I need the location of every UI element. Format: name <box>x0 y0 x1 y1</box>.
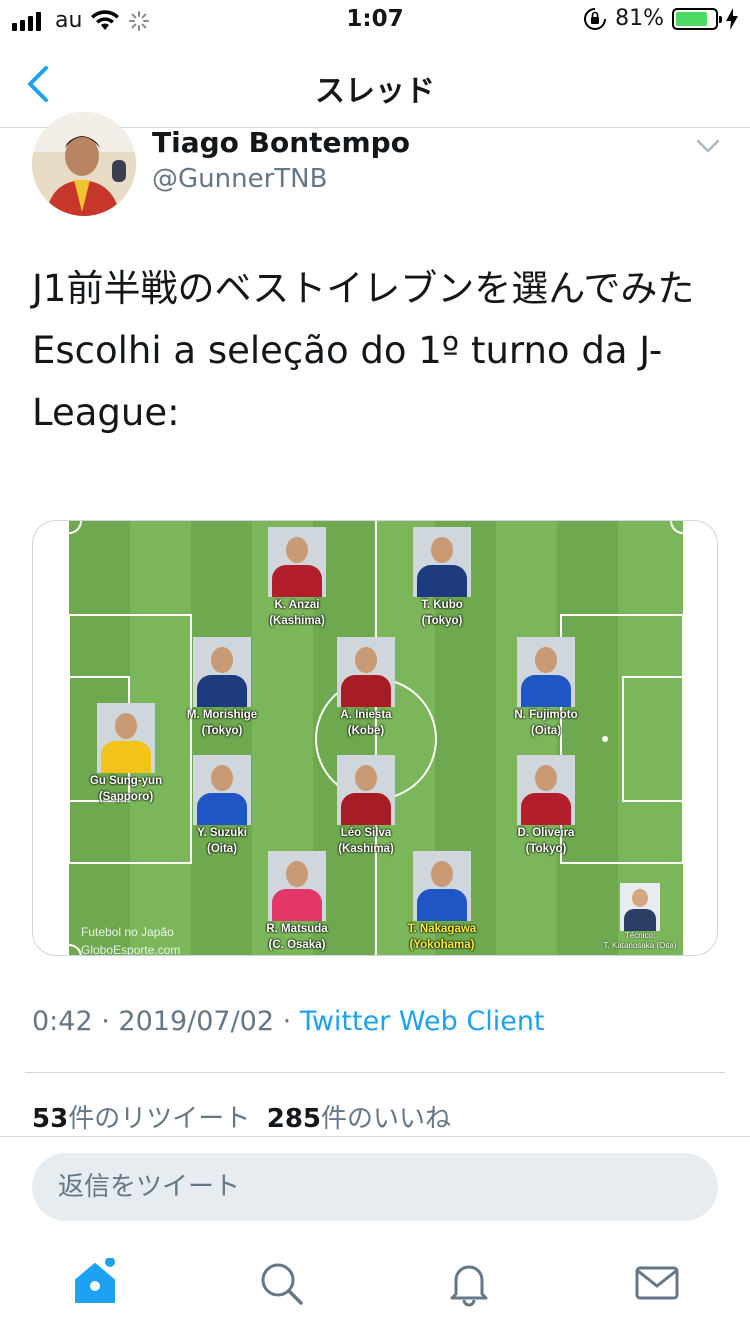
player-photo <box>97 703 155 773</box>
tweet-text: J1前半戦のベストイレブンを選んでみた Escolhi a seleção do… <box>32 258 722 444</box>
home-icon[interactable] <box>70 1258 120 1308</box>
player-photo <box>517 637 575 707</box>
player-photo <box>517 755 575 825</box>
player-photo <box>268 527 326 597</box>
chevron-down-icon[interactable] <box>696 136 720 156</box>
avatar-image <box>32 112 136 216</box>
player-name: A. Iniesta <box>340 709 392 721</box>
player-club: (Tokyo) <box>421 615 463 627</box>
status-right: 81% <box>583 6 738 31</box>
status-bar: au 1:07 81% <box>0 0 750 40</box>
player-name: M. Morishige <box>186 709 258 721</box>
rotation-lock-icon <box>584 7 607 30</box>
coach-card: Técnico: T. Katanosaka (Oita) <box>585 883 695 951</box>
battery-fill <box>676 11 707 26</box>
player-name: T. Kubo <box>421 599 463 611</box>
player-name: K. Anzai <box>274 599 320 611</box>
meta-separator: · <box>282 1006 292 1037</box>
tweet-time: 0:42 <box>32 1006 93 1037</box>
retweets-link[interactable]: 53件のリツイート <box>32 1104 250 1134</box>
player-card: R. Matsuda (C. Osaka) <box>242 851 352 953</box>
player-card: T. Nakagawa (Yokohama) <box>387 851 497 953</box>
player-card: Y. Suzuki (Oita) <box>167 755 277 857</box>
charging-bolt-icon <box>726 7 738 30</box>
avatar[interactable] <box>32 112 136 216</box>
player-name: R. Matsuda <box>266 923 328 935</box>
player-name: T. Nakagawa <box>407 923 477 935</box>
meta-separator: · <box>101 1006 110 1037</box>
player-photo <box>337 755 395 825</box>
player-photo <box>193 637 251 707</box>
player-photo <box>193 755 251 825</box>
player-name: D. Oliveira <box>517 827 575 839</box>
player-card: D. Oliveira (Tokyo) <box>491 755 601 857</box>
player-photo <box>413 851 471 921</box>
player-photo <box>337 637 395 707</box>
player-name: Léo Silva <box>340 827 392 839</box>
tweet-client-link[interactable]: Twitter Web Client <box>300 1006 545 1037</box>
retweets-count: 53 <box>32 1104 69 1134</box>
tweet-meta: 0:42 · 2019/07/02 · Twitter Web Client <box>32 1006 545 1037</box>
player-card: Léo Silva (Kashima) <box>311 755 421 857</box>
likes-label: 件のいいね <box>321 1104 452 1134</box>
battery-percent: 81% <box>615 6 664 31</box>
coach-name: T. Katanosaka (Oita) <box>603 941 677 950</box>
player-club: (Kobe) <box>347 725 385 737</box>
player-club: (Tokyo) <box>525 843 567 855</box>
author-name[interactable]: Tiago Bontempo <box>152 126 410 159</box>
player-photo <box>413 527 471 597</box>
player-club: (Yokohama) <box>409 939 475 951</box>
tweet-text-portuguese: Escolhi a seleção do 1º turno da J-Leagu… <box>32 329 663 434</box>
player-card: M. Morishige (Tokyo) <box>167 637 277 739</box>
search-icon[interactable] <box>256 1258 306 1308</box>
watermark-line-2: GloboEsporte.com <box>81 943 181 956</box>
reply-input[interactable]: 返信をツイート <box>32 1153 718 1221</box>
player-card: N. Fujimoto (Oita) <box>491 637 601 739</box>
player-club: (C. Osaka) <box>268 939 326 951</box>
player-card: T. Kubo (Tokyo) <box>387 527 497 629</box>
watermark-line-1: Futebol no Japão <box>81 925 174 939</box>
tweet-stats: 53件のリツイート 285件のいいね <box>32 1098 451 1135</box>
player-name: Gu Sung-yun <box>89 775 163 787</box>
tweet-date: 2019/07/02 <box>118 1006 275 1037</box>
likes-count: 285 <box>266 1104 322 1134</box>
coach-photo <box>620 883 660 931</box>
likes-link[interactable]: 285件のいいね <box>267 1104 451 1134</box>
navigation-bar: スレッド <box>0 40 750 128</box>
tweet-text-japanese: J1前半戦のベストイレブンを選んでみた <box>32 267 695 310</box>
bell-icon[interactable] <box>444 1258 494 1308</box>
page-title: スレッド <box>315 74 435 109</box>
divider <box>25 1072 725 1073</box>
player-club: (Kashima) <box>269 615 325 627</box>
coach-role: Técnico: <box>624 931 656 940</box>
reply-bar: 返信をツイート <box>0 1136 750 1236</box>
retweets-label: 件のリツイート <box>68 1104 251 1134</box>
player-club: (Tokyo) <box>201 725 243 737</box>
image-watermark: Futebol no Japão GloboEsporte.com <box>81 923 181 956</box>
tab-bar <box>0 1236 750 1334</box>
player-photo <box>268 851 326 921</box>
player-club: (Oita) <box>530 725 562 737</box>
tweet-image[interactable]: K. Anzai (Kashima) T. Kubo (Tokyo) M. Morish… <box>32 520 718 956</box>
player-card: K. Anzai (Kashima) <box>242 527 352 629</box>
player-name: N. Fujimoto <box>514 709 578 721</box>
player-card: A. Iniesta (Kobe) <box>311 637 421 739</box>
player-club: (Sapporo) <box>98 791 154 803</box>
author-handle[interactable]: @GunnerTNB <box>152 164 327 194</box>
battery-icon <box>672 7 722 30</box>
mail-icon[interactable] <box>632 1258 682 1308</box>
player-card: Gu Sung-yun (Sapporo) <box>71 703 181 805</box>
player-name: Y. Suzuki <box>197 827 247 839</box>
